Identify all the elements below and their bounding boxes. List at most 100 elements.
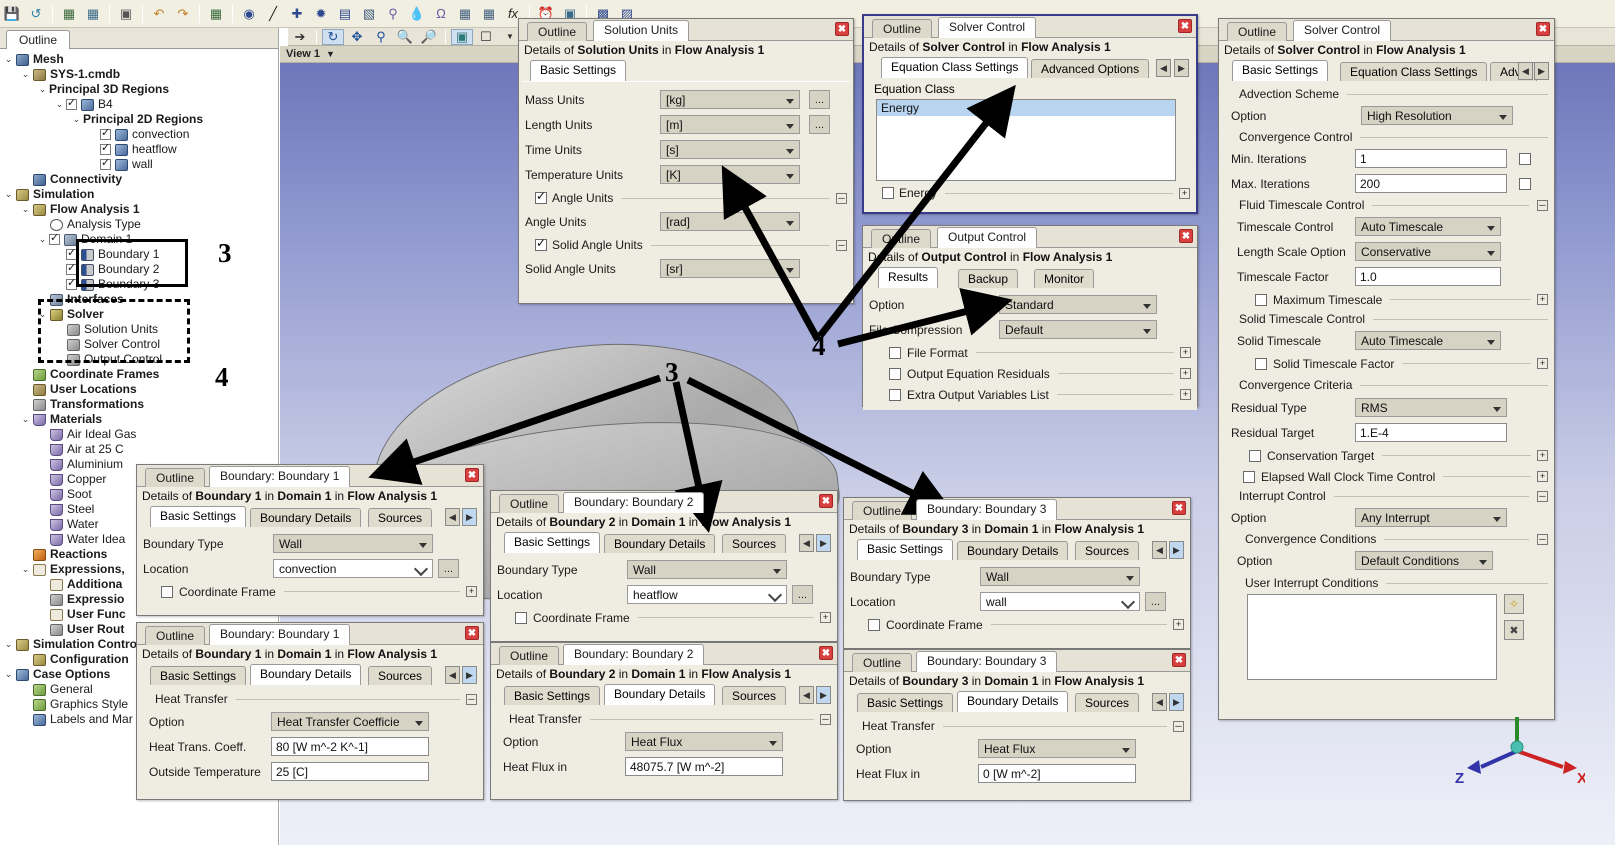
scroll-tabs-right-button[interactable]: ▶ [1174, 59, 1189, 77]
cel-icon[interactable]: ▦ [454, 3, 476, 25]
tab-solver-control[interactable]: Solver Control [1293, 20, 1392, 41]
fluid-timescale-collapse-icon[interactable]: ─ [1537, 199, 1548, 211]
point-icon[interactable]: ✚ [286, 3, 308, 25]
min-iterations-override-checkbox[interactable] [1519, 152, 1531, 165]
max-iterations-override-checkbox[interactable] [1519, 177, 1531, 190]
subtab-basic-settings[interactable]: Basic Settings [504, 686, 601, 705]
tree-item[interactable]: heatflow [2, 142, 278, 157]
expand-chevron-icon[interactable]: ⌄ [70, 112, 83, 127]
convergence-conditions-collapse-icon[interactable]: ─ [1537, 533, 1548, 545]
pan-icon[interactable]: ✥ [346, 29, 368, 45]
boundary2-details-window[interactable]: Outline Boundary: Boundary 2 ✖ Details o… [490, 642, 838, 800]
delete-item-icon[interactable]: ✖ [1504, 620, 1524, 640]
view-label[interactable]: View 1 [286, 48, 320, 60]
tab-outline[interactable]: Outline [145, 468, 206, 487]
scroll-tabs-left-button[interactable]: ◀ [1152, 693, 1167, 711]
subtab-sources[interactable]: Sources [368, 666, 433, 685]
subtab-results[interactable]: Results [878, 267, 939, 288]
elapsed-wall-clock-expand-icon[interactable]: + [1537, 471, 1548, 482]
tree-item[interactable]: wall [2, 157, 278, 172]
length-units-combo[interactable]: [m] [660, 115, 800, 134]
tab-boundary-1[interactable]: Boundary: Boundary 1 [209, 466, 351, 487]
subtab-boundary-details[interactable]: Boundary Details [604, 534, 716, 553]
option-combo[interactable]: Standard [999, 295, 1157, 314]
length-scale-option-combo[interactable]: Conservative [1355, 242, 1501, 261]
tree-item-checkbox[interactable] [49, 232, 60, 245]
min-iterations-input[interactable]: 1 [1355, 149, 1507, 168]
heat-transfer-option-combo[interactable]: Heat Flux [625, 732, 783, 751]
subdomain-icon[interactable]: ✹ [310, 3, 332, 25]
mesh-export-icon[interactable]: ▦ [82, 3, 104, 25]
user-function-icon[interactable]: ▦ [478, 3, 500, 25]
subtab-sources[interactable]: Sources [368, 508, 433, 527]
undo-icon[interactable]: ↶ [148, 3, 170, 25]
output-control-window[interactable]: Outline Output Control ✖ Details of Outp… [862, 225, 1198, 410]
tab-output-control[interactable]: Output Control [937, 227, 1038, 248]
angle-units-collapse-icon[interactable]: ─ [836, 192, 847, 204]
subtab-sources[interactable]: Sources [722, 534, 787, 553]
scroll-tabs-right-button[interactable]: ▶ [1534, 62, 1549, 80]
timescale-factor-input[interactable]: 1.0 [1355, 267, 1501, 286]
heat-transfer-option-combo[interactable]: Heat Transfer Coefficie [271, 712, 429, 731]
close-icon[interactable]: ✖ [465, 626, 479, 640]
scroll-tabs-right-button[interactable]: ▶ [1169, 541, 1184, 559]
snapshot-icon[interactable]: ▣ [451, 28, 473, 45]
expression-icon[interactable]: Ω [430, 3, 452, 25]
close-icon[interactable]: ✖ [1178, 19, 1192, 33]
heat-transfer-collapse-icon[interactable]: ─ [820, 713, 831, 725]
tab-outline[interactable]: Outline [1227, 22, 1288, 41]
subtab-basic-settings[interactable]: Basic Settings [150, 506, 247, 527]
tab-outline[interactable]: Outline [527, 22, 588, 41]
close-icon[interactable]: ✖ [465, 468, 479, 482]
chevron-down-icon[interactable]: ▼ [326, 49, 335, 59]
tab-boundary-3[interactable]: Boundary: Boundary 3 [916, 651, 1058, 672]
scroll-tabs-left-button[interactable]: ◀ [445, 666, 460, 684]
reaction-icon[interactable]: 💧 [406, 3, 428, 25]
tab-outline[interactable]: Outline [852, 501, 913, 520]
scroll-tabs-left-button[interactable]: ◀ [1152, 541, 1167, 559]
scroll-tabs-right-button[interactable]: ▶ [816, 686, 831, 704]
subtab-basic-settings[interactable]: Basic Settings [530, 60, 627, 81]
interrupt-option-combo[interactable]: Any Interrupt [1355, 508, 1507, 527]
expand-chevron-icon[interactable]: ⌄ [19, 562, 32, 577]
boundary3-basic-window[interactable]: Outline Boundary: Boundary 3 ✖ Details o… [843, 497, 1191, 649]
expand-chevron-icon[interactable]: ⌄ [53, 97, 66, 112]
subtab-boundary-details[interactable]: Boundary Details [250, 664, 362, 685]
tree-item[interactable]: ⌄ Simulation [2, 187, 278, 202]
heat-trans-coeff-input[interactable]: 80 [W m^-2 K^-1] [271, 737, 429, 756]
material-icon[interactable]: ⚲ [382, 3, 404, 25]
expand-chevron-icon[interactable]: ⌄ [19, 412, 32, 427]
heat-transfer-option-combo[interactable]: Heat Flux [978, 739, 1136, 758]
boundary-type-combo[interactable]: Wall [627, 560, 787, 579]
close-icon[interactable]: ✖ [835, 22, 849, 36]
tab-boundary-2[interactable]: Boundary: Boundary 2 [563, 644, 705, 665]
elapsed-wall-clock-checkbox[interactable] [1243, 470, 1255, 483]
location-browse-button[interactable]: ... [1145, 592, 1166, 611]
view-mode-icon[interactable]: ☐ [475, 29, 497, 45]
boundary1-details-window[interactable]: Outline Boundary: Boundary 1 ✖ Details o… [136, 622, 484, 800]
outside-temperature-input[interactable]: 25 [C] [271, 762, 429, 781]
expand-chevron-icon[interactable]: ⌄ [2, 667, 15, 682]
scroll-tabs-right-button[interactable]: ▶ [816, 534, 831, 552]
tab-outline[interactable]: Outline [852, 653, 913, 672]
refresh-icon[interactable]: ↺ [25, 3, 47, 25]
solid-angle-units-combo[interactable]: [sr] [660, 259, 800, 278]
coordinate-frame-checkbox[interactable] [868, 618, 880, 631]
temperature-units-combo[interactable]: [K] [660, 165, 800, 184]
subtab-boundary-details[interactable]: Boundary Details [250, 508, 362, 527]
subtab-boundary-details[interactable]: Boundary Details [957, 541, 1069, 560]
tree-item[interactable]: Analysis Type [2, 217, 278, 232]
file-compression-combo[interactable]: Default [999, 320, 1157, 339]
subtab-sources[interactable]: Sources [722, 686, 787, 705]
mass-units-combo[interactable]: [kg] [660, 90, 800, 109]
residual-target-input[interactable]: 1.E-4 [1355, 423, 1507, 442]
list-item[interactable]: Energy [877, 100, 1175, 116]
tree-item-checkbox[interactable] [100, 157, 111, 170]
location-browse-button[interactable]: ... [792, 585, 813, 604]
close-icon[interactable]: ✖ [1179, 229, 1193, 243]
solver-control-equation-class-window[interactable]: Outline Solver Control ✖ Details of Solv… [862, 14, 1198, 214]
conservation-target-expand-icon[interactable]: + [1537, 450, 1548, 461]
heat-transfer-collapse-icon[interactable]: ─ [1173, 720, 1184, 732]
file-format-checkbox[interactable] [889, 346, 901, 359]
file-format-expand-icon[interactable]: + [1180, 347, 1191, 358]
